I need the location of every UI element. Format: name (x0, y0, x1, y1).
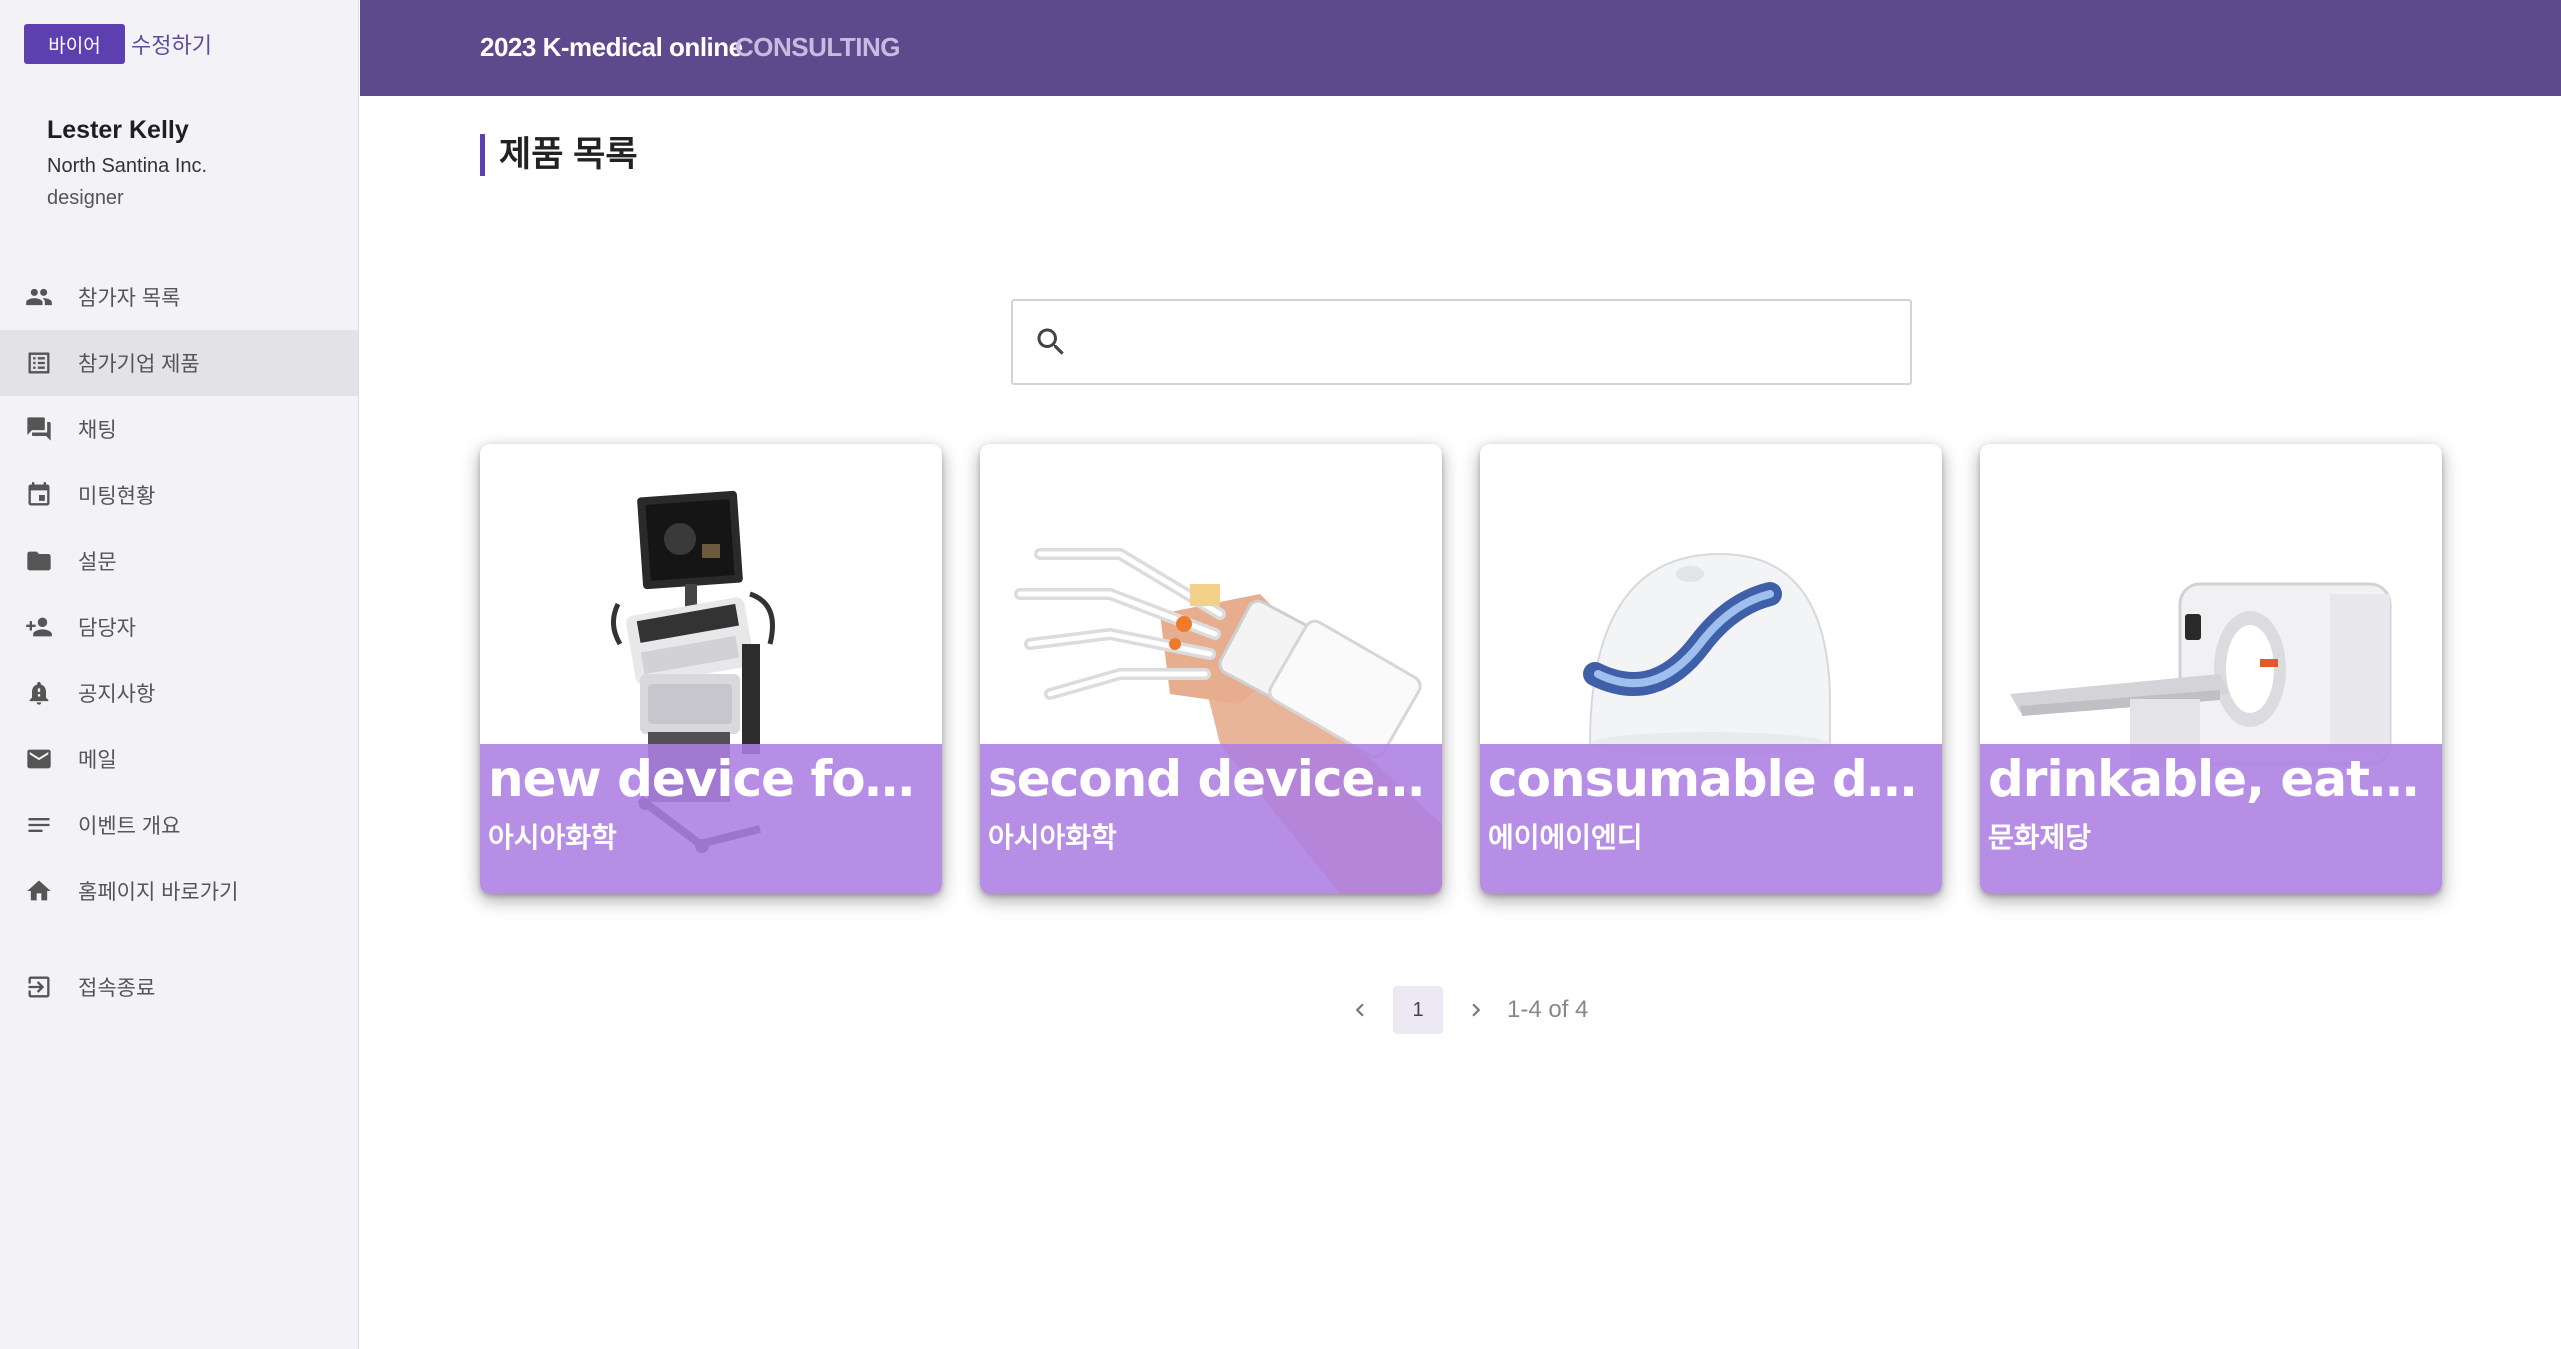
chevron-right-icon (1472, 1003, 1481, 1017)
sidebar-item-event-overview[interactable]: 이벤트 개요 (0, 792, 358, 858)
mail-icon (24, 744, 54, 774)
product-grid: new device for C... 아시아화학 (480, 444, 2442, 894)
calendar-icon (24, 480, 54, 510)
product-overlay: drinkable, eatabl... 문화제당 (1980, 744, 2442, 894)
product-card[interactable]: second device fo... 아시아화학 (980, 444, 1442, 894)
sidebar-item-label: 참가자 목록 (78, 287, 181, 310)
page-number-button[interactable]: 1 (1393, 986, 1443, 1034)
notification-icon (24, 678, 54, 708)
product-company: 에이에이엔디 (1488, 821, 1643, 854)
sidebar-item-label: 이벤트 개요 (78, 815, 181, 838)
sidebar-item-label: 공지사항 (78, 683, 156, 706)
sidebar-item-products[interactable]: 참가기업 제품 (0, 330, 358, 396)
product-company: 아시아화학 (988, 821, 1117, 854)
sidebar-item-notices[interactable]: 공지사항 (0, 660, 358, 726)
sidebar-nav: 참가자 목록 참가기업 제품 채팅 미팅현황 설문 담당자 공지사항 메일 이벤… (0, 264, 358, 1020)
sidebar-item-label: 접속종료 (78, 977, 156, 1000)
sidebar-item-label: 미팅현황 (78, 485, 156, 508)
notes-icon (24, 810, 54, 840)
label-icon (24, 546, 54, 576)
profile-name: Lester Kelly (47, 116, 189, 144)
search-input[interactable] (1083, 312, 1910, 372)
sidebar-item-manager[interactable]: 담당자 (0, 594, 358, 660)
profile-company: North Santina Inc. (47, 155, 208, 177)
product-overlay: new device for C... 아시아화학 (480, 744, 942, 894)
product-name: second device fo... (988, 750, 1434, 808)
sidebar-item-label: 담당자 (78, 617, 136, 640)
product-name: consumable device (1488, 750, 1934, 808)
sidebar-item-meetings[interactable]: 미팅현황 (0, 462, 358, 528)
profile-job: designer (47, 187, 124, 209)
sidebar-item-label: 채팅 (78, 419, 117, 442)
product-overlay: second device fo... 아시아화학 (980, 744, 1442, 894)
product-name: drinkable, eatabl... (1988, 750, 2434, 808)
product-overlay: consumable device 에이에이엔디 (1480, 744, 1942, 894)
sidebar-item-logout[interactable]: 접속종료 (0, 954, 358, 1020)
edit-profile-link[interactable]: 수정하기 (131, 28, 212, 60)
sidebar-item-label: 참가기업 제품 (78, 353, 200, 376)
search-icon (1037, 328, 1064, 355)
sidebar-item-label: 메일 (78, 749, 117, 772)
product-name: new device for C... (488, 750, 934, 808)
chevron-left-icon (1355, 1003, 1364, 1017)
sidebar-item-homepage[interactable]: 홈페이지 바로가기 (0, 858, 358, 924)
logout-icon (24, 972, 54, 1002)
list-icon (24, 348, 54, 378)
app-title: 2023 K-medical online (480, 32, 743, 62)
sidebar-item-participants[interactable]: 참가자 목록 (0, 264, 358, 330)
product-card[interactable]: new device for C... 아시아화학 (480, 444, 942, 894)
top-header: 2023 K-medical online CONSULTING (360, 0, 2561, 96)
product-company: 문화제당 (1988, 821, 2092, 854)
sidebar: 바이어 수정하기 Lester Kelly North Santina Inc.… (0, 0, 359, 1349)
person-add-icon (24, 612, 54, 642)
role-badge: 바이어 (24, 24, 125, 64)
product-card[interactable]: drinkable, eatabl... 문화제당 (1980, 444, 2442, 894)
people-icon (24, 282, 54, 312)
search-box (1011, 299, 1912, 385)
page-title: 제품 목록 (480, 134, 638, 176)
product-card[interactable]: consumable device 에이에이엔디 (1480, 444, 1942, 894)
pagination-range: 1-4 of 4 (1507, 996, 1589, 1023)
home-icon (24, 876, 54, 906)
sidebar-item-label: 설문 (78, 551, 117, 574)
chat-icon (24, 414, 54, 444)
pagination: 1 1-4 of 4 (1343, 986, 1588, 1034)
profile: Lester Kelly North Santina Inc. designer (47, 116, 207, 210)
next-page-button[interactable] (1459, 993, 1493, 1027)
sidebar-item-survey[interactable]: 설문 (0, 528, 358, 594)
sidebar-item-chat[interactable]: 채팅 (0, 396, 358, 462)
product-company: 아시아화학 (488, 821, 617, 854)
prev-page-button[interactable] (1343, 993, 1377, 1027)
role-row: 바이어 수정하기 (24, 24, 212, 64)
sidebar-item-mail[interactable]: 메일 (0, 726, 358, 792)
sidebar-item-label: 홈페이지 바로가기 (78, 881, 239, 904)
app-subtitle: CONSULTING (735, 32, 900, 62)
